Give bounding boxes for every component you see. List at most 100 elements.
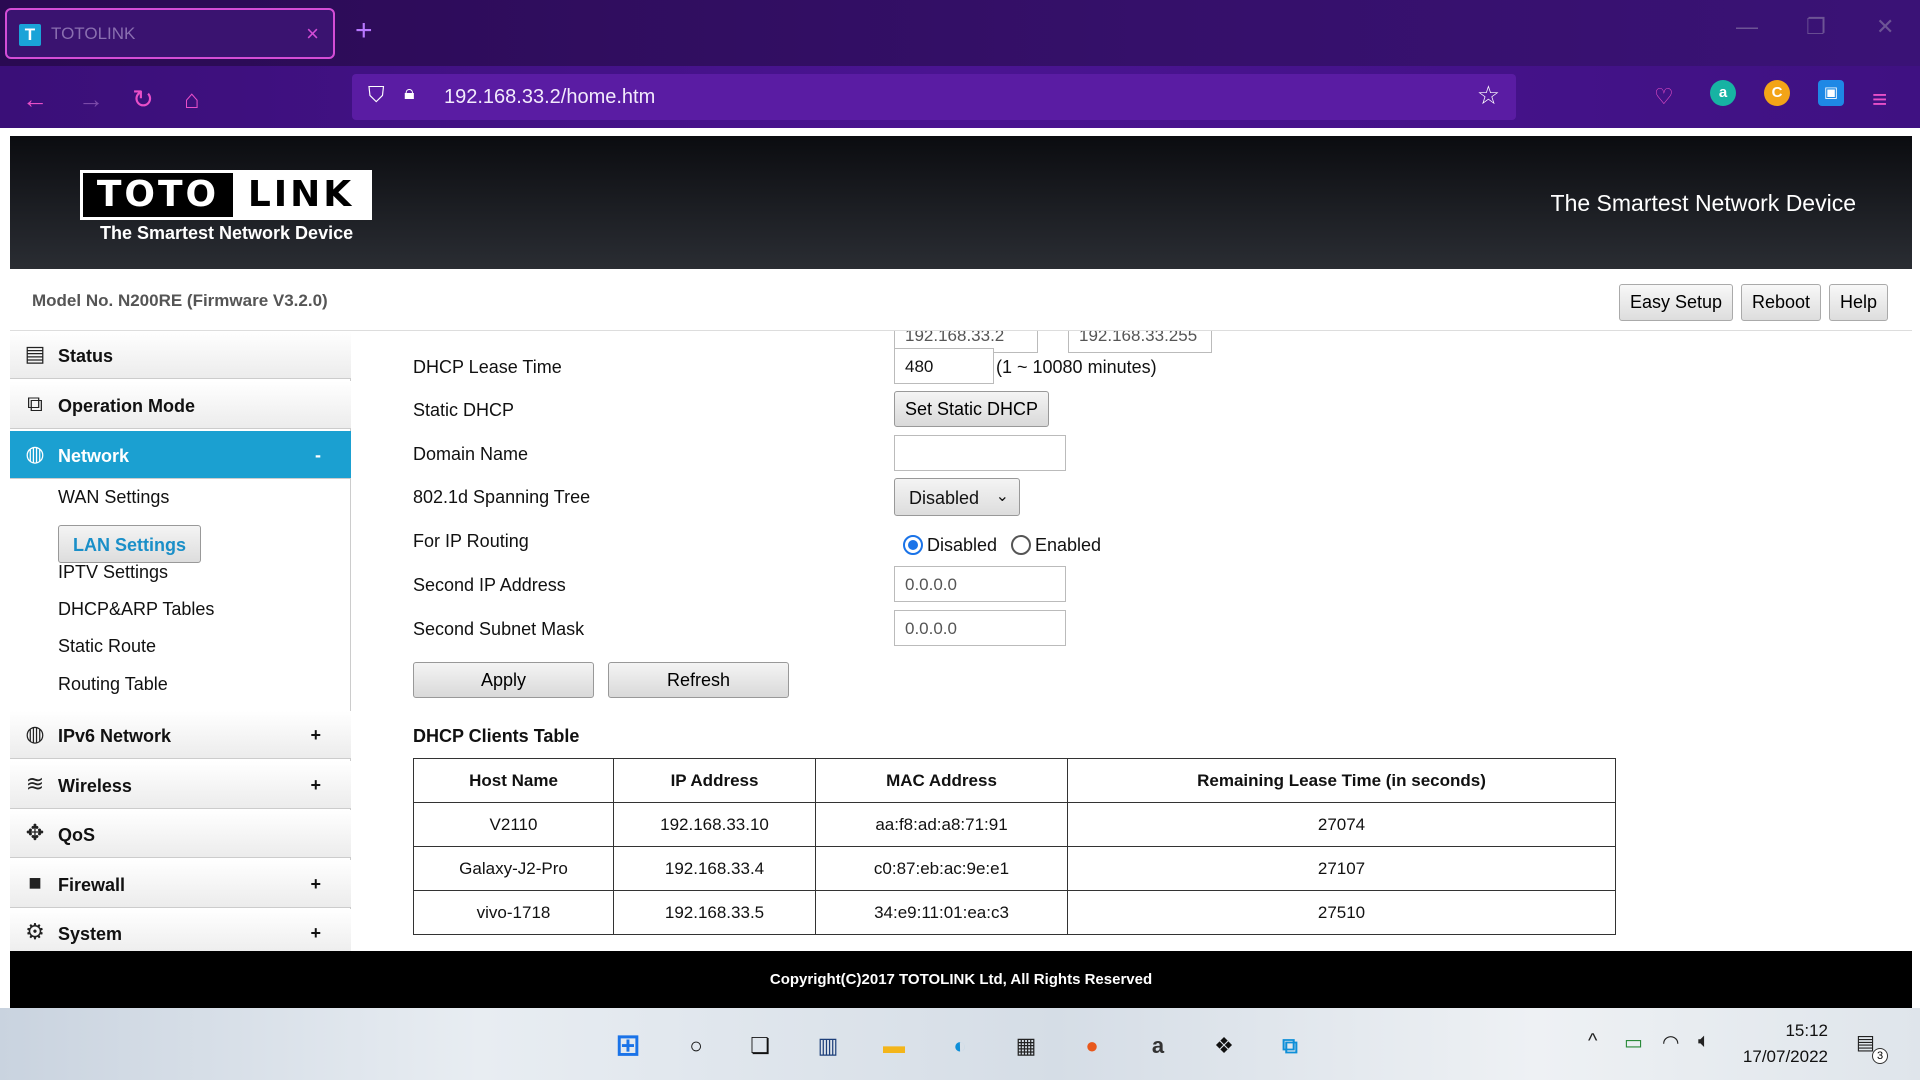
sidebar-item-qos[interactable]: ✥ QoS [10,810,351,858]
set-static-dhcp-button[interactable]: Set Static DHCP [894,391,1049,427]
amazon-icon[interactable]: a [1140,1028,1176,1064]
reload-icon[interactable]: ↻ [132,84,154,115]
lan-settings-content: 192.168.33.2 192.168.33.255 DHCP Lease T… [351,331,1912,951]
spanning-tree-select[interactable]: Disabled ⌄ [894,478,1020,516]
page-footer: Copyright(C)2017 TOTOLINK Ltd, All Right… [10,951,1912,1008]
new-tab-icon[interactable]: + [355,14,373,48]
page-header: TOTO LINK The Smartest Network Device Th… [10,136,1912,269]
table-cell: vivo-1718 [413,890,614,935]
collapse-icon[interactable]: - [315,445,321,466]
menu-icon[interactable]: ≡ [1872,84,1887,115]
lease-time-label: DHCP Lease Time [413,357,562,377]
table-row: V2110 192.168.33.10 aa:f8:ad:a8:71:91 27… [413,802,1616,847]
sidebar-subitem-static-route[interactable]: Static Route [58,636,156,657]
sidebar-subitem-routing-table[interactable]: Routing Table [58,674,168,695]
sidebar-subitem-wan-settings[interactable]: WAN Settings [58,487,169,508]
sidebar-item-operation-mode[interactable]: ⧉ Operation Mode [10,381,351,429]
sidebar-item-status[interactable]: ▤ Status [10,331,351,379]
widgets-icon[interactable]: ▥ [810,1028,846,1064]
firefox-icon[interactable]: ● [1074,1028,1110,1064]
clock-time: 15:12 [1785,1021,1828,1040]
easy-setup-button[interactable]: Easy Setup [1619,284,1734,321]
lock-icon[interactable]: 🔒︎ [404,82,415,105]
store-icon[interactable]: ▦ [1008,1028,1044,1064]
chevron-down-icon: ⌄ [995,488,1009,505]
address-bar[interactable]: ⛉ 🔒︎ 192.168.33.2/home.htm ☆ [352,74,1516,120]
refresh-button[interactable]: Refresh [608,662,789,698]
start-icon[interactable]: ⊞ [610,1028,646,1064]
browser-tab-bar: T TOTOLINK × + — ❐ ✕ [0,0,1920,66]
second-ip-label: Second IP Address [413,575,566,595]
close-tab-icon[interactable]: × [306,21,319,47]
ip-routing-enabled-radio[interactable] [1011,535,1031,555]
restore-icon[interactable]: ❐ [1806,14,1826,40]
extension-a-icon[interactable]: a [1710,80,1736,106]
table-cell: 27107 [1067,846,1616,891]
shield-icon[interactable]: ⛉ [368,82,385,108]
table-cell: V2110 [413,802,614,847]
sidebar-subitem-dhcp-arp-tables[interactable]: DHCP&ARP Tables [58,599,214,620]
file-explorer-icon[interactable]: ▬ [876,1028,912,1064]
table-cell: c0:87:eb:ac:9e:e1 [815,846,1068,891]
sidebar-item-label: System [58,924,123,944]
battery-icon[interactable]: ▭ [1624,1030,1643,1055]
table-cell: Galaxy-J2-Pro [413,846,614,891]
table-row: Galaxy-J2-Pro 192.168.33.4 c0:87:eb:ac:9… [413,846,1616,891]
pocket-icon[interactable]: ♡ [1654,84,1674,110]
column-header: Host Name [413,758,614,803]
sidebar-item-ipv6-network[interactable]: ◍ IPv6 Network + [10,711,351,759]
router-page: TOTO LINK The Smartest Network Device Th… [10,136,1912,1008]
apply-button[interactable]: Apply [413,662,594,698]
sidebar-item-label: Firewall [58,875,126,895]
second-mask-input[interactable]: 0.0.0.0 [894,610,1066,646]
model-number: Model No. N200RE (Firmware V3.2.0) [32,291,328,310]
sidebar-subitem-iptv-settings[interactable]: IPTV Settings [58,562,168,583]
bookmark-star-icon[interactable]: ☆ [1477,80,1500,111]
close-window-icon[interactable]: ✕ [1876,14,1894,40]
dropbox-icon[interactable]: ❖ [1206,1028,1242,1064]
table-cell: 192.168.33.4 [613,846,816,891]
logo-right-text: LINK [233,173,369,217]
table-cell: 27074 [1067,802,1616,847]
search-icon[interactable]: ○ [678,1028,714,1064]
spanning-tree-label: 802.1d Spanning Tree [413,487,591,507]
sidebar-item-system[interactable]: ⚙ System + [10,909,351,957]
url-text[interactable]: 192.168.33.2/home.htm [444,86,655,109]
expand-icon[interactable]: + [310,725,321,746]
screenshot-app-icon[interactable]: ⧉ [1272,1028,1308,1064]
extension-screenshot-icon[interactable]: ▣ [1818,80,1844,106]
sidebar-item-network[interactable]: ◍ Network - [10,431,351,479]
sidebar-item-wireless[interactable]: ≋ Wireless + [10,761,351,809]
minimize-icon[interactable]: — [1736,14,1758,40]
ip-routing-disabled-radio[interactable] [903,535,923,555]
edge-icon[interactable]: ◐ [942,1028,978,1064]
sidebar-item-label: Wireless [58,776,132,796]
expand-icon[interactable]: + [310,874,321,895]
volume-icon[interactable]: 🔈︎ [1698,1030,1710,1053]
wifi-icon[interactable]: ◠ [1662,1030,1679,1055]
dhcp-clients-table: Host Name IP Address MAC Address Remaini… [413,758,1616,935]
second-ip-input[interactable]: 0.0.0.0 [894,566,1066,602]
home-icon[interactable]: ⌂ [184,84,200,115]
forward-icon[interactable]: → [78,84,104,115]
back-icon[interactable]: ← [22,84,48,115]
system-clock[interactable]: 15:12 17/07/2022 [1743,1018,1828,1070]
help-button[interactable]: Help [1829,284,1889,321]
extension-c-icon[interactable]: C [1764,80,1790,106]
reboot-button[interactable]: Reboot [1741,284,1822,321]
qos-icon: ✥ [25,820,45,845]
lease-time-input[interactable]: 480 [894,348,994,384]
expand-icon[interactable]: + [310,775,321,796]
tab-title: TOTOLINK [51,24,136,43]
chevron-up-icon[interactable]: ^ [1588,1030,1597,1053]
sidebar-subitem-lan-settings[interactable]: LAN Settings [58,525,202,563]
globe-icon: ◍ [25,721,45,746]
table-cell: 27510 [1067,890,1616,935]
domain-name-input[interactable] [894,435,1066,471]
sidebar-item-firewall[interactable]: ■ Firewall + [10,860,351,908]
dhcp-range-end-input[interactable]: 192.168.33.255 [1068,331,1212,353]
expand-icon[interactable]: + [310,923,321,944]
browser-tab[interactable]: T TOTOLINK × [5,8,335,59]
logo-left-text: TOTO [96,174,220,215]
task-view-icon[interactable]: ❏ [742,1028,778,1064]
